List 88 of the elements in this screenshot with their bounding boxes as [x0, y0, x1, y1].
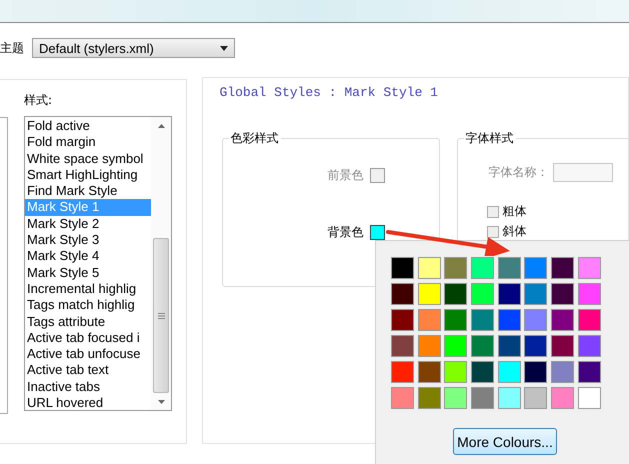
color-swatch[interactable]: [578, 309, 601, 331]
color-swatch[interactable]: [418, 283, 441, 305]
checkbox-label: 斜体: [502, 223, 527, 240]
scrollbar-thumb[interactable]: [153, 238, 169, 393]
style-list-item[interactable]: Fold active: [25, 118, 151, 134]
color-swatch[interactable]: [444, 257, 468, 279]
color-swatch[interactable]: [524, 309, 548, 331]
style-list-item[interactable]: Mark Style 3: [25, 232, 151, 248]
color-swatch[interactable]: [498, 283, 521, 305]
dropdown-arrow-icon: [220, 46, 228, 50]
color-swatch[interactable]: [471, 361, 494, 383]
language-list[interactable]: [0, 117, 8, 414]
color-swatch[interactable]: [444, 361, 468, 383]
color-swatch[interactable]: [551, 361, 574, 383]
style-list-item[interactable]: Tags match highlig: [25, 297, 151, 314]
style-list-item[interactable]: Active tab unfocuse: [25, 346, 151, 362]
color-swatch[interactable]: [524, 361, 548, 383]
grip-icon: [158, 312, 164, 318]
style-list-item[interactable]: Active tab text: [25, 362, 151, 379]
color-swatch[interactable]: [551, 387, 574, 409]
scroll-up-icon[interactable]: [158, 124, 164, 128]
color-swatch[interactable]: [524, 283, 548, 305]
theme-dropdown[interactable]: Default (stylers.xml): [32, 38, 235, 58]
color-swatch[interactable]: [578, 361, 601, 383]
color-swatch[interactable]: [370, 225, 385, 240]
color-swatch[interactable]: [578, 283, 601, 305]
color-swatch[interactable]: [524, 335, 548, 357]
color-swatch[interactable]: [418, 361, 441, 383]
styles-label: 样式:: [24, 92, 52, 109]
color-swatch[interactable]: [471, 387, 494, 409]
color-swatch[interactable]: [418, 257, 441, 279]
checkbox[interactable]: [486, 206, 499, 218]
style-list-item[interactable]: Mark Style 4: [25, 248, 151, 265]
checkbox-label: 粗体: [502, 203, 527, 220]
color-swatch[interactable]: [578, 387, 601, 409]
group-label: 字体样式: [464, 130, 516, 147]
color-swatch[interactable]: [391, 361, 414, 383]
style-list-item[interactable]: Active tab focused i: [25, 330, 151, 346]
style-list-item[interactable]: Fold margin: [25, 134, 151, 151]
more-colours-button[interactable]: More Colours...: [453, 428, 557, 455]
color-swatch[interactable]: [471, 283, 494, 305]
color-swatch[interactable]: [551, 257, 574, 279]
color-swatch[interactable]: [444, 283, 468, 305]
color-swatch[interactable]: [444, 309, 468, 331]
color-swatch[interactable]: [471, 335, 494, 357]
group-label: 色彩样式: [228, 130, 281, 147]
style-list-item[interactable]: Smart HighLighting: [25, 166, 151, 184]
color-swatch[interactable]: [498, 335, 521, 357]
color-swatch[interactable]: [498, 257, 521, 279]
color-swatch[interactable]: [498, 361, 521, 383]
color-swatch[interactable]: [391, 283, 414, 305]
style-list-item[interactable]: Mark Style 2: [25, 216, 151, 232]
style-list-item[interactable]: Incremental highlig: [25, 280, 151, 298]
scroll-down-icon[interactable]: [158, 400, 164, 404]
color-swatch[interactable]: [391, 257, 414, 279]
color-swatch[interactable]: [471, 309, 494, 331]
color-swatch[interactable]: [578, 335, 601, 357]
style-list-item[interactable]: Inactive tabs: [25, 378, 151, 396]
color-label: 前景色: [328, 167, 364, 184]
style-list-item[interactable]: Mark Style 5: [25, 264, 151, 281]
style-title: Global Styles : Mark Style 1: [220, 85, 438, 100]
color-swatch[interactable]: [444, 335, 468, 357]
font-name-field[interactable]: [552, 163, 613, 182]
checkbox[interactable]: [486, 226, 499, 238]
color-swatch[interactable]: [391, 387, 414, 409]
color-swatch[interactable]: [418, 335, 441, 357]
font-name-label: 字体名称：: [488, 164, 549, 181]
color-swatch[interactable]: [524, 257, 548, 279]
theme-label: 主题: [0, 40, 24, 56]
color-label: 背景色: [328, 224, 364, 241]
color-swatch[interactable]: [444, 387, 468, 409]
color-swatch[interactable]: [551, 309, 574, 331]
color-swatch[interactable]: [418, 387, 441, 409]
color-swatch[interactable]: [498, 387, 521, 409]
style-list-item[interactable]: Find Mark Style: [25, 183, 151, 200]
color-swatch[interactable]: [471, 257, 494, 279]
color-swatch[interactable]: [498, 309, 521, 331]
color-swatch[interactable]: [551, 283, 574, 305]
color-swatch[interactable]: [391, 335, 414, 357]
color-swatch[interactable]: [524, 387, 548, 409]
color-swatch[interactable]: [578, 257, 601, 279]
color-swatch[interactable]: [551, 335, 574, 357]
color-swatch[interactable]: [391, 309, 414, 331]
style-list-item[interactable]: URL hovered: [25, 395, 151, 410]
style-list-item[interactable]: Tags attribute: [25, 314, 151, 330]
style-list-item[interactable]: White space symbol: [25, 150, 151, 167]
styles-list[interactable]: [24, 116, 172, 411]
color-swatch[interactable]: [418, 309, 441, 331]
